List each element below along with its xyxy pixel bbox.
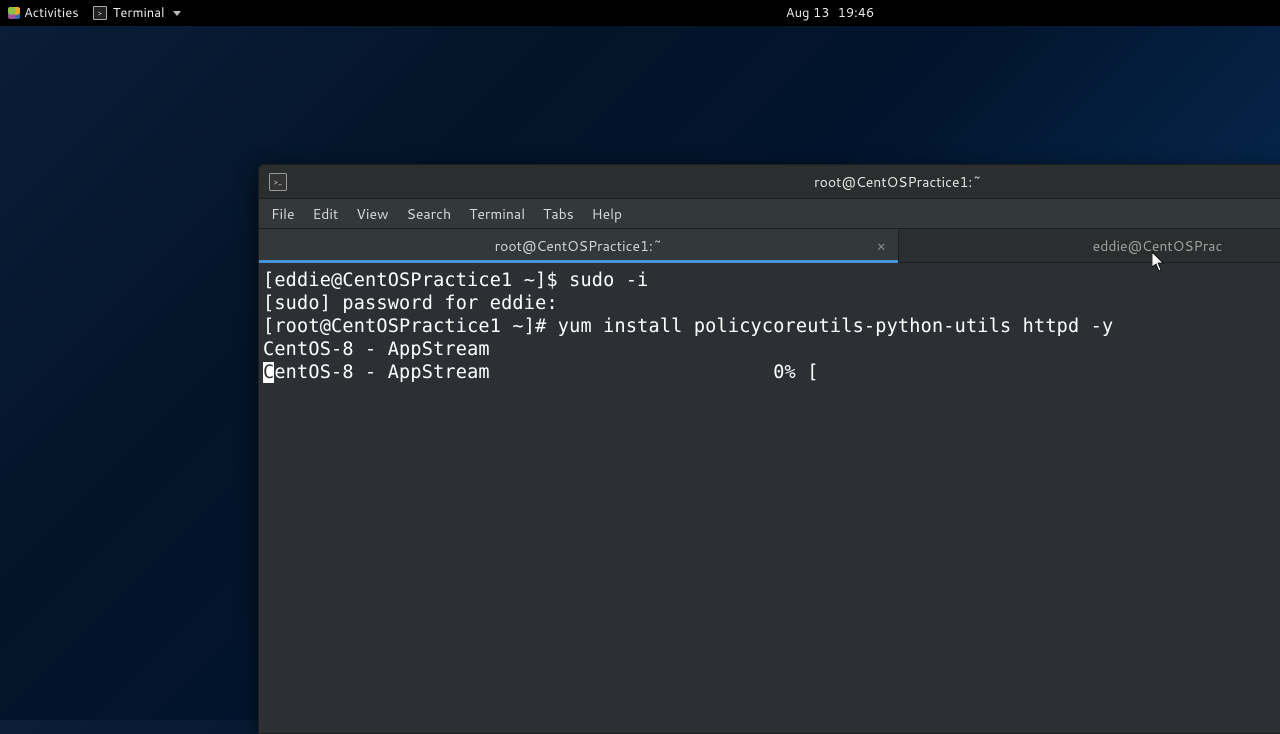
panel-clock-area[interactable]: Aug 13 19:46 <box>406 0 874 26</box>
terminal-window: root@CentOSPractice1:~ File Edit View Se… <box>258 164 1280 734</box>
terminal-line: CentOS-8 - AppStream <box>263 338 1280 361</box>
tab-root[interactable]: root@CentOSPractice1:~ × <box>259 229 899 262</box>
terminal-window-icon <box>269 173 287 191</box>
menu-search[interactable]: Search <box>407 204 452 224</box>
window-title: root@CentOSPractice1:~ <box>634 172 982 192</box>
terminal-line: [sudo] password for eddie: <box>263 292 1280 315</box>
terminal-line-rest: entOS-8 - AppStream 0% [ ] <box>274 362 1280 383</box>
terminal-line: [eddie@CentOSPractice1 ~]$ sudo -i <box>263 269 1280 292</box>
app-menu-label: Terminal <box>113 4 165 22</box>
tab-root-label: root@CentOSPractice1:~ <box>495 236 663 256</box>
terminal-cursor: C <box>263 362 274 383</box>
terminal-menubar: File Edit View Search Terminal Tabs Help <box>259 199 1280 229</box>
panel-time: 19:46 <box>838 4 875 22</box>
menu-file[interactable]: File <box>271 204 295 224</box>
menu-help[interactable]: Help <box>592 204 622 224</box>
window-titlebar[interactable]: root@CentOSPractice1:~ <box>259 165 1280 199</box>
panel-date: Aug 13 <box>786 4 830 22</box>
panel-left-group: Activities Terminal <box>0 4 181 22</box>
terminal-app-icon <box>93 6 107 20</box>
menu-view[interactable]: View <box>356 204 388 224</box>
activities-button[interactable]: Activities <box>8 4 79 22</box>
centos-logo-icon <box>8 7 20 19</box>
menu-tabs[interactable]: Tabs <box>543 204 574 224</box>
app-menu-button[interactable]: Terminal <box>93 4 181 22</box>
menu-terminal[interactable]: Terminal <box>469 204 525 224</box>
tab-eddie-label: eddie@CentOSPrac <box>1033 236 1223 256</box>
gnome-top-panel: Activities Terminal Aug 13 19:46 <box>0 0 1280 26</box>
terminal-line: [root@CentOSPractice1 ~]# yum install po… <box>263 315 1280 338</box>
activities-label: Activities <box>24 4 79 22</box>
tab-eddie[interactable]: eddie@CentOSPrac <box>899 229 1280 262</box>
chevron-down-icon <box>173 11 181 16</box>
terminal-line: CentOS-8 - AppStream 0% [ ] <box>263 361 1280 384</box>
menu-edit[interactable]: Edit <box>313 204 339 224</box>
tab-close-button[interactable]: × <box>876 238 886 253</box>
terminal-tabbar: root@CentOSPractice1:~ × eddie@CentOSPra… <box>259 229 1280 263</box>
terminal-output[interactable]: [eddie@CentOSPractice1 ~]$ sudo -i[sudo]… <box>259 263 1280 733</box>
